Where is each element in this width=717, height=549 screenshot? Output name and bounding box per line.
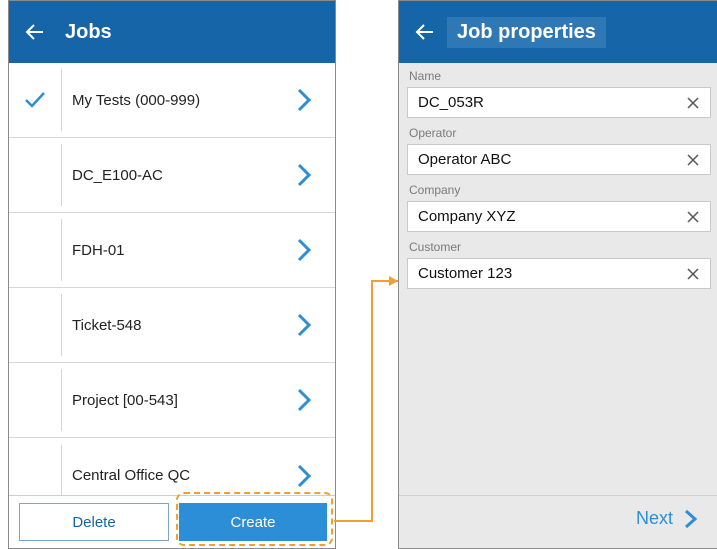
selection-cell	[9, 138, 61, 212]
properties-app-bar: Job properties	[399, 1, 717, 63]
selection-cell	[9, 288, 61, 362]
jobs-title: Jobs	[65, 20, 112, 43]
job-row[interactable]: FDH-01	[9, 213, 335, 288]
clear-x-icon[interactable]	[686, 153, 700, 167]
chevron-right-icon[interactable]	[289, 462, 317, 490]
jobs-app-bar: Jobs	[9, 1, 335, 63]
company-label: Company	[409, 183, 461, 197]
chevron-right-icon[interactable]	[289, 86, 317, 114]
chevron-right-icon[interactable]	[289, 311, 317, 339]
selection-cell	[9, 213, 61, 287]
name-field[interactable]: DC_053R	[407, 87, 711, 118]
delete-button[interactable]: Delete	[19, 503, 169, 541]
name-label: Name	[409, 69, 442, 83]
chevron-right-icon	[685, 509, 698, 528]
next-button[interactable]: Next	[636, 508, 699, 529]
jobs-screen: Jobs My Tests (000-999) DC_E100-AC FDH-0…	[8, 0, 336, 549]
job-list: My Tests (000-999) DC_E100-AC FDH-01 Tic…	[9, 63, 335, 507]
properties-title: Job properties	[447, 16, 606, 48]
properties-footer: Next	[399, 495, 717, 548]
customer-field[interactable]: Customer 123	[407, 258, 711, 289]
chevron-right-icon[interactable]	[289, 236, 317, 264]
job-row[interactable]: My Tests (000-999)	[9, 63, 335, 138]
job-label: FDH-01	[72, 241, 125, 259]
selection-cell	[9, 63, 61, 137]
company-field[interactable]: Company XYZ	[407, 201, 711, 232]
name-value[interactable]: DC_053R	[418, 94, 686, 111]
create-button[interactable]: Create	[179, 503, 327, 541]
clear-x-icon[interactable]	[686, 210, 700, 224]
job-label: Central Office QC	[72, 467, 191, 484]
operator-field[interactable]: Operator ABC	[407, 144, 711, 175]
clear-x-icon[interactable]	[686, 267, 700, 281]
job-row[interactable]: Ticket-548	[9, 288, 335, 363]
selection-cell	[9, 363, 61, 437]
next-label: Next	[635, 508, 673, 528]
job-label: My Tests (000-999)	[72, 91, 201, 109]
customer-label: Customer	[409, 240, 462, 254]
operator-label: Operator	[409, 126, 457, 140]
checkmark-icon	[25, 92, 45, 108]
job-label: Ticket-548	[72, 316, 142, 334]
job-label: Project [00-543]	[72, 391, 178, 409]
job-label: DC_E100-AC	[72, 166, 163, 184]
operator-value[interactable]: Operator ABC	[418, 151, 686, 168]
back-arrow-icon[interactable]	[23, 20, 47, 44]
properties-form: Name DC_053R Operator Operator ABC Compa…	[399, 63, 717, 297]
job-row[interactable]: Project [00-543]	[9, 363, 335, 438]
customer-value[interactable]: Customer 123	[418, 265, 686, 282]
clear-x-icon[interactable]	[686, 96, 700, 110]
chevron-right-icon[interactable]	[289, 161, 317, 189]
jobs-action-bar: Delete Create	[9, 492, 335, 548]
job-properties-screen: Job properties Name DC_053R Operator Ope…	[398, 0, 717, 549]
job-row[interactable]: DC_E100-AC	[9, 138, 335, 213]
back-arrow-icon[interactable]	[413, 20, 437, 44]
company-value[interactable]: Company XYZ	[418, 208, 686, 225]
chevron-right-icon[interactable]	[289, 386, 317, 414]
